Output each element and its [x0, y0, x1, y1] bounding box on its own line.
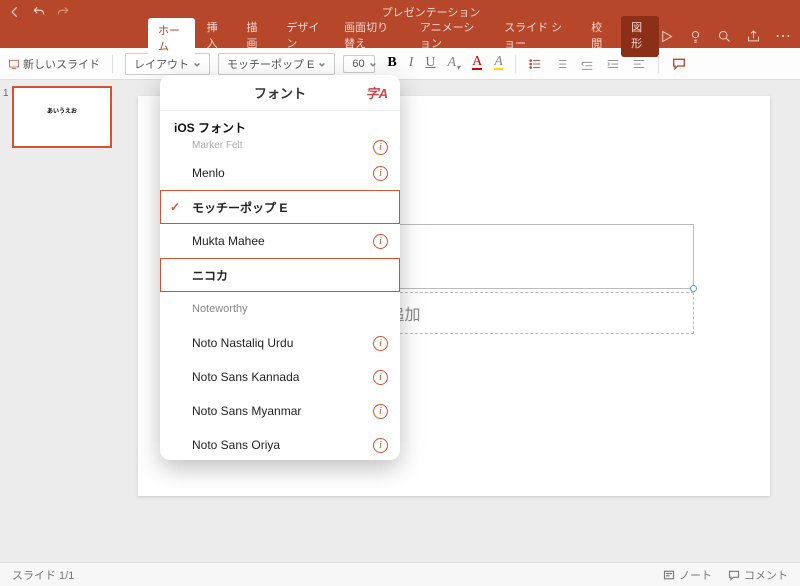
search-icon[interactable]	[717, 29, 732, 44]
tab-shape[interactable]: 図形	[621, 16, 659, 57]
slide-counter: スライド 1/1	[12, 567, 74, 583]
tab-slideshow[interactable]: スライド ショー	[494, 16, 579, 57]
bullets-icon[interactable]	[528, 57, 542, 71]
info-icon[interactable]: i	[373, 438, 388, 453]
speech-icon[interactable]	[671, 56, 687, 72]
numbering-icon[interactable]	[554, 57, 568, 71]
tab-transition[interactable]: 画面切り替え	[334, 16, 408, 57]
outdent-icon[interactable]	[580, 57, 594, 71]
back-icon[interactable]	[8, 5, 22, 19]
ribbon-tabs: ホーム 挿入 描画 デザイン 画面切り替え アニメーション スライド ショー 校…	[0, 24, 800, 48]
divider	[515, 55, 516, 73]
check-icon: ✓	[170, 200, 180, 214]
info-icon[interactable]: i	[373, 234, 388, 249]
font-item[interactable]: ニコカ	[160, 258, 400, 292]
info-icon[interactable]: i	[373, 404, 388, 419]
align-icon[interactable]	[632, 57, 646, 71]
underline-button[interactable]: U	[425, 55, 435, 71]
paragraph-group	[528, 57, 646, 71]
thumbnail-number: 1	[3, 88, 9, 99]
tab-insert[interactable]: 挿入	[197, 16, 235, 57]
tab-draw[interactable]: 描画	[236, 16, 274, 57]
comments-button[interactable]: コメント	[728, 567, 788, 583]
font-item[interactable]: Noto Sans Kannadai	[160, 360, 400, 394]
info-icon[interactable]: i	[373, 140, 388, 155]
tab-design[interactable]: デザイン	[276, 16, 332, 57]
indent-icon[interactable]	[606, 57, 620, 71]
resize-handle[interactable]	[690, 285, 697, 292]
new-slide-label: 新しいスライド	[23, 56, 100, 72]
status-bar: スライド 1/1 ノート コメント	[0, 562, 800, 586]
thumbnail-title: あいうえお	[14, 106, 110, 115]
tab-review[interactable]: 校閲	[581, 16, 619, 57]
thumbnail-panel: 1 あいうえお	[0, 80, 118, 562]
undo-icon[interactable]	[32, 5, 46, 19]
font-item-selected[interactable]: ✓ モッチーポップ E	[160, 190, 400, 224]
font-effects-button[interactable]: A▾	[448, 55, 461, 72]
language-toggle-icon[interactable]: 字A	[366, 83, 388, 102]
font-list[interactable]: Marker Felti Menloi ✓ モッチーポップ E Mukta Ma…	[160, 140, 400, 460]
popover-title: フォント	[254, 83, 306, 102]
redo-icon[interactable]	[56, 5, 70, 19]
divider	[112, 55, 113, 73]
italic-button[interactable]: I	[409, 55, 414, 71]
font-popover: フォント 字A iOS フォント Marker Felti Menloi ✓ モ…	[160, 75, 400, 460]
font-item[interactable]: Noto Sans Myanmari	[160, 394, 400, 428]
popover-header: フォント 字A	[160, 75, 400, 111]
play-icon[interactable]	[659, 29, 674, 44]
font-item[interactable]: Noto Sans Oriyai	[160, 428, 400, 460]
font-item[interactable]: Marker Felti	[160, 140, 400, 156]
divider	[658, 55, 659, 73]
font-name-dropdown[interactable]: モッチーポップ E	[218, 53, 335, 75]
tab-home[interactable]: ホーム	[148, 18, 195, 59]
info-icon[interactable]: i	[373, 370, 388, 385]
notes-button[interactable]: ノート	[663, 567, 712, 583]
font-item[interactable]: Noteworthy	[160, 292, 400, 326]
info-icon[interactable]: i	[373, 166, 388, 181]
workspace: 1 あいうえお いうえお プしてサブタイトルを追加	[0, 80, 800, 562]
slide-thumbnail[interactable]: 1 あいうえお	[12, 86, 112, 148]
new-slide-button[interactable]: 新しいスライド	[8, 56, 100, 72]
bold-button[interactable]: B	[387, 55, 396, 71]
font-item[interactable]: Menloi	[160, 156, 400, 190]
font-item[interactable]: Noto Nastaliq Urdui	[160, 326, 400, 360]
font-item[interactable]: Mukta Maheei	[160, 224, 400, 258]
more-icon[interactable]: ⋯	[775, 26, 792, 46]
font-color-button[interactable]: A	[472, 56, 482, 70]
share-icon[interactable]	[746, 29, 761, 44]
tab-animation[interactable]: アニメーション	[410, 16, 492, 57]
info-icon[interactable]: i	[373, 336, 388, 351]
font-size-dropdown[interactable]: 60	[343, 55, 375, 73]
font-section-label: iOS フォント	[160, 111, 400, 140]
lightbulb-icon[interactable]	[688, 29, 703, 44]
highlight-button[interactable]: A	[494, 56, 503, 70]
